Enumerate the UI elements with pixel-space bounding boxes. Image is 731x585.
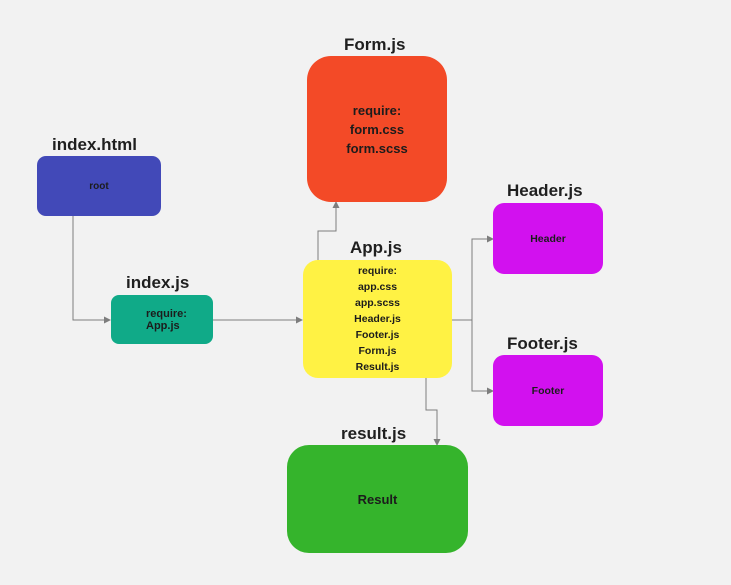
form-js-node: require: form.css form.scss <box>307 56 447 202</box>
connector-app-js-to-result-js <box>425 378 441 446</box>
app-js-title: App.js <box>350 238 402 257</box>
form-js-line-3: form.scss <box>346 140 408 156</box>
index-html-node-text: root <box>89 181 108 192</box>
connector-app-js-to-header-js <box>452 235 494 321</box>
connector-app-js-to-form-js <box>317 201 340 260</box>
index-html-title: index.html <box>52 135 138 154</box>
connector-index-html-to-index-js <box>72 216 111 324</box>
form-js-node-text: require: form.css form.scss <box>346 101 407 158</box>
app-js-line-1: require: <box>357 265 398 277</box>
connector-app-js-to-footer-js <box>452 319 494 395</box>
footer-js-title: Footer.js <box>507 334 578 353</box>
form-js-line-2: form.css <box>349 121 405 137</box>
index-js-title: index.js <box>126 273 190 292</box>
header-js-title: Header.js <box>507 181 583 200</box>
form-js-title: Form.js <box>344 35 406 54</box>
app-js-line-2: app.css <box>357 281 398 293</box>
app-js-line-6: Form.js <box>358 345 397 357</box>
app-js-node: require: app.css app.scss Header.js Foot… <box>303 260 452 378</box>
footer-js-node-text: Footer <box>532 385 565 397</box>
result-js-title: result.js <box>341 424 407 443</box>
header-js-line-1: Header <box>530 232 566 245</box>
app-js-line-7: Result.js <box>355 361 400 373</box>
index-js-line-1: require: <box>146 307 187 320</box>
header-js-node-text: Header <box>530 233 566 245</box>
app-js-line-5: Footer.js <box>355 329 400 341</box>
app-js-node-text: require: app.css app.scss Header.js Foot… <box>354 263 401 375</box>
index-html-line-1: root <box>89 180 109 192</box>
result-js-node-text: Result <box>358 492 398 507</box>
index-html-node: root <box>37 156 161 216</box>
result-js-line-1: Result <box>357 491 398 507</box>
app-js-line-4: Header.js <box>354 313 401 325</box>
footer-js-line-1: Footer <box>531 384 565 397</box>
index-js-node: require: App.js <box>111 295 213 344</box>
app-js-line-3: app.scss <box>355 297 400 309</box>
header-js-node: Header <box>493 203 603 274</box>
footer-js-node: Footer <box>493 355 603 426</box>
index-js-node-text: require: App.js <box>146 308 187 332</box>
index-js-line-2: App.js <box>146 319 180 332</box>
result-js-node: Result <box>287 445 468 553</box>
form-js-line-1: require: <box>352 102 402 118</box>
diagram-canvas: index.html root index.js require: App.js… <box>0 0 731 585</box>
